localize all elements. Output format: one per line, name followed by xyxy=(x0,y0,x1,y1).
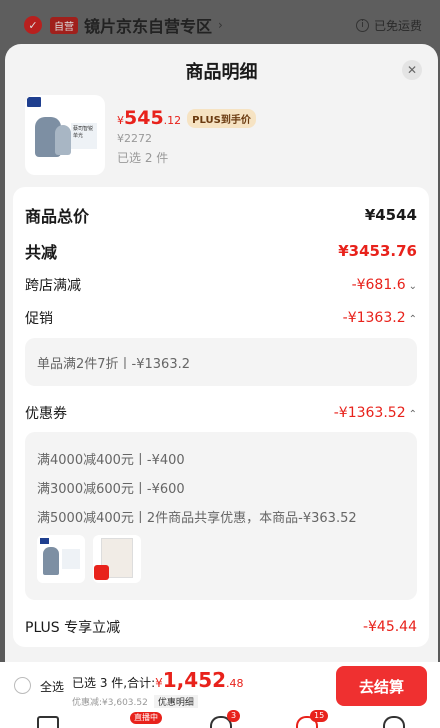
cross-store-label: 跨店满减 xyxy=(25,278,81,294)
coupon-line-3: 满5000减400元丨2件商品共享优惠，本商品-¥363.52 xyxy=(37,511,357,526)
product-summary: 蔡司智锐 单光 ¥ 545 .12 PLUS到手价 ¥2272 已选 2 件 xyxy=(25,95,256,175)
original-price: ¥2272 xyxy=(117,132,152,145)
promo-row[interactable]: 促销 -¥1363.2 ⌃ xyxy=(25,308,417,328)
discount-detail-link[interactable]: 优惠明细 xyxy=(153,695,198,708)
currency-symbol: ¥ xyxy=(117,114,124,127)
select-all-label[interactable]: 全选 xyxy=(40,678,64,695)
total-reduce-value: ¥3453.76 xyxy=(338,242,417,260)
brand-logo xyxy=(27,97,41,107)
self-operated-badge: 自营 xyxy=(50,16,78,34)
close-button[interactable]: ✕ xyxy=(402,60,422,80)
summary-text: 已选 3 件,合计: xyxy=(72,676,156,690)
checked-icon[interactable]: ✓ xyxy=(24,16,42,34)
promo-amount: -¥1363.2 xyxy=(342,310,406,326)
promo-label: 促销 xyxy=(25,311,53,327)
total-reduce-row: 共减 ¥3453.76 xyxy=(25,239,417,263)
product-price: ¥ 545 .12 PLUS到手价 xyxy=(117,107,256,129)
selected-count: 已选 2 件 xyxy=(117,151,169,165)
info-icon[interactable]: i xyxy=(355,18,369,32)
model-image xyxy=(43,547,59,575)
coupon-row[interactable]: 优惠券 -¥1363.52 ⌃ xyxy=(25,403,417,423)
product-detail-sheet: 商品明细 ✕ 蔡司智锐 单光 ¥ 545 .12 PLUS到手价 ¥2272 已… xyxy=(5,44,438,664)
plus-price-tag: PLUS到手价 xyxy=(187,108,256,128)
cross-store-row[interactable]: 跨店满减 -¥681.6 ⌄ xyxy=(25,275,417,295)
plus-discount-label: PLUS 专享立减 xyxy=(25,620,121,636)
promo-value: -¥1363.2 ⌃ xyxy=(343,310,417,326)
chevron-right-icon: › xyxy=(218,18,223,32)
product-card-text: 蔡司智锐 单光 xyxy=(71,123,97,149)
home-icon[interactable] xyxy=(37,716,59,728)
live-badge: 直播中 xyxy=(130,712,162,724)
coupon-product-thumb-1[interactable] xyxy=(37,535,85,583)
profile-icon[interactable] xyxy=(383,716,405,728)
promo-detail-box: 单品满2件7折丨-¥1363.2 xyxy=(25,338,417,386)
chevron-up-icon: ⌃ xyxy=(408,314,417,325)
chevron-up-icon: ⌃ xyxy=(408,409,417,420)
total-currency: ¥ xyxy=(155,676,163,690)
price-breakdown-card: 商品总价 ¥4544 共减 ¥3453.76 跨店满减 -¥681.6 ⌄ 促销 … xyxy=(13,187,429,647)
cart-count-badge: 15 xyxy=(310,710,329,722)
coupon-product-thumb-2[interactable] xyxy=(93,535,141,583)
store-name[interactable]: 镜片京东自营专区 xyxy=(84,13,212,37)
discount-summary: 优惠减:¥3,603.52 优惠明细 xyxy=(72,695,198,708)
product-thumbnail[interactable]: 蔡司智锐 单光 xyxy=(25,95,105,175)
plus-discount-value: -¥45.44 xyxy=(362,619,417,635)
price-decimal: .12 xyxy=(163,114,182,127)
message-count-badge: 3 xyxy=(227,710,241,722)
total-price-row: 商品总价 ¥4544 xyxy=(25,203,417,227)
price-integer: 545 xyxy=(124,107,164,129)
coupon-label: 优惠券 xyxy=(25,406,67,422)
checkout-button[interactable]: 去结算 xyxy=(336,666,427,706)
close-icon: ✕ xyxy=(406,63,418,77)
total-decimal: .48 xyxy=(226,677,244,690)
total-reduce-label: 共减 xyxy=(25,243,58,262)
coupon-line-1: 满4000减400元丨-¥400 xyxy=(37,453,185,468)
coupon-amount: -¥1363.52 xyxy=(333,405,406,421)
model-image-2 xyxy=(55,125,71,155)
sheet-title: 商品明细 xyxy=(185,62,258,83)
promo-detail-line: 单品满2件7折丨-¥1363.2 xyxy=(37,357,190,372)
total-price-value: ¥4544 xyxy=(364,206,417,224)
shipping-info: i 已免运费 xyxy=(355,17,422,34)
select-all-radio[interactable] xyxy=(14,677,31,694)
plus-discount-row: PLUS 专享立减 -¥45.44 xyxy=(25,617,417,637)
product-info: ¥ 545 .12 PLUS到手价 ¥2272 已选 2 件 xyxy=(117,95,256,175)
brand-logo xyxy=(40,538,49,544)
chevron-down-icon: ⌄ xyxy=(408,281,417,292)
cross-store-value: -¥681.6 ⌄ xyxy=(352,277,417,293)
total-price-label: 商品总价 xyxy=(25,207,90,226)
cross-store-amount: -¥681.6 xyxy=(351,277,406,293)
promo-sticker xyxy=(94,565,109,580)
store-header-bar: ✓ 自营 镜片京东自营专区 › i 已免运费 xyxy=(0,0,440,50)
shipping-text: 已免运费 xyxy=(373,18,422,33)
coupon-value: -¥1363.52 ⌃ xyxy=(334,405,417,421)
bottom-nav: 直播中 3 15 xyxy=(0,710,440,728)
coupon-line-2: 满3000减600元丨-¥600 xyxy=(37,482,185,497)
coupon-detail-box: 满4000减400元丨-¥400 满3000减600元丨-¥600 满5000减… xyxy=(25,432,417,600)
total-summary: 已选 3 件,合计: ¥ 1,452 .48 xyxy=(72,668,244,692)
total-integer: 1,452 xyxy=(162,668,227,692)
product-card xyxy=(62,549,80,569)
discount-text: 优惠减:¥3,603.52 xyxy=(72,698,148,708)
checkout-bar: 全选 已选 3 件,合计: ¥ 1,452 .48 优惠减:¥3,603.52 … xyxy=(0,662,440,712)
